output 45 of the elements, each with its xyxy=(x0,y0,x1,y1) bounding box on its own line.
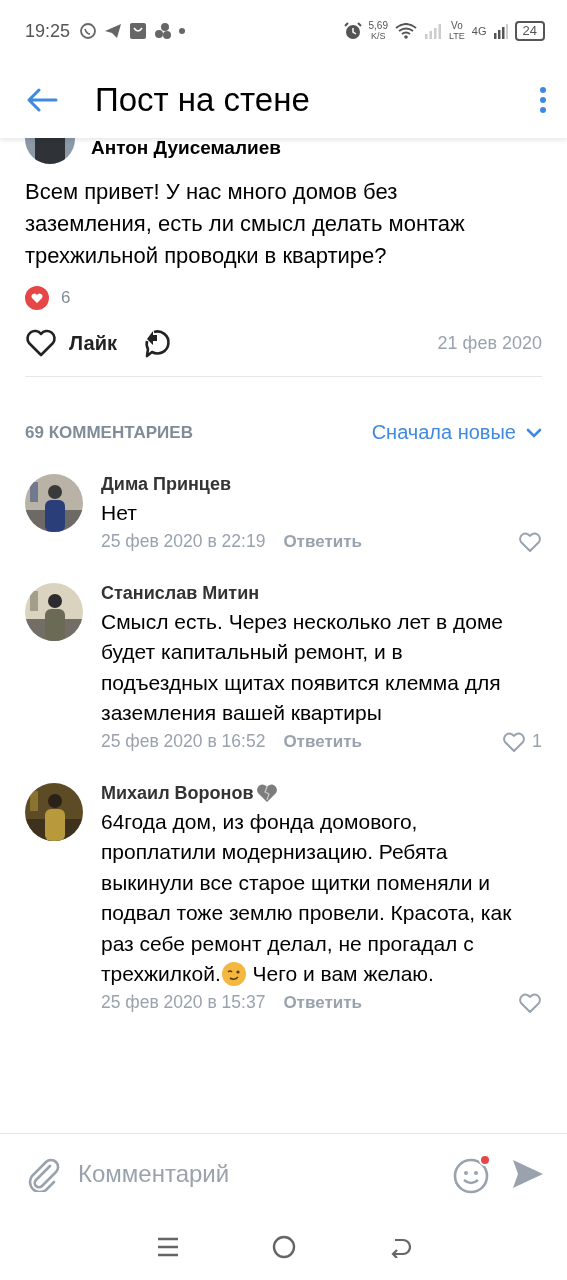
menu-icon[interactable] xyxy=(156,1237,179,1257)
comment-date: 25 фев 2020 в 22:19 xyxy=(101,531,266,552)
volte-label: Vo xyxy=(451,21,463,31)
bag-icon xyxy=(129,22,148,40)
commenter-name[interactable]: Михаил Воронов xyxy=(101,782,254,804)
comment-text: Нет xyxy=(101,500,138,526)
page-title: Пост на стене xyxy=(95,81,310,119)
comment-date: 25 фев 2020 в 15:37 xyxy=(101,992,266,1013)
comment-count: 69 КОММЕНТАРИЕВ xyxy=(25,422,193,443)
like-button[interactable]: Лайк xyxy=(25,329,117,357)
status-time: 19:25 xyxy=(25,20,71,42)
reaction-count: 6 xyxy=(61,288,71,308)
author-name[interactable]: Антон Дуисемалиев xyxy=(91,138,281,158)
speed-value: 5,69 xyxy=(368,21,388,31)
speed-unit: K/S xyxy=(371,31,386,41)
signal-icon xyxy=(493,23,508,39)
lte-label: LTE xyxy=(449,31,465,41)
notification-dot-icon xyxy=(179,28,186,34)
dots-icon xyxy=(154,23,173,39)
commenter-name[interactable]: Дима Принцев xyxy=(101,474,231,495)
home-icon[interactable] xyxy=(271,1235,296,1259)
battery-level: 24 xyxy=(514,21,545,41)
comment-text: 64года дом, из фонда домового, проплатили модернизацию. Ребята выкинули все старое щитки поменяли и подвал тоже землю провели. Красота, как раз себе ремонт делал, не прогадал с трехжилкой. Чего и вам желаю. xyxy=(101,808,513,989)
heart-reaction-icon xyxy=(25,286,49,310)
commenter-name[interactable]: Станислав Митин xyxy=(101,582,260,604)
post-text: Всем привет! У нас много домов без заземления, есть ли смысл делать монтаж трехжильной проводки в квартире? xyxy=(25,178,466,270)
comment-date: 25 фев 2020 в 16:52 xyxy=(101,731,266,752)
alarm-icon xyxy=(343,22,362,40)
sort-dropdown[interactable]: Сначала новые xyxy=(371,421,542,444)
attach-button[interactable] xyxy=(26,1156,60,1192)
chevron-down-icon xyxy=(526,427,542,438)
signal-icon xyxy=(424,23,442,39)
send-button[interactable] xyxy=(511,1158,545,1190)
back-button[interactable] xyxy=(26,88,58,112)
more-button[interactable] xyxy=(539,86,547,114)
network-label: 4G xyxy=(471,25,487,37)
like-button[interactable] xyxy=(518,530,542,553)
comment-text: Смысл есть. Через несколько лет в доме будет капитальный ремонт, и в подъездных щитах появится клемма для заземления вашей квартиры xyxy=(101,608,504,726)
like-button[interactable] xyxy=(518,991,542,1014)
winking-face-icon xyxy=(220,961,247,987)
paper-plane-icon xyxy=(104,23,123,39)
wifi-icon xyxy=(395,23,417,39)
heart-icon xyxy=(255,783,278,803)
post-date: 21 фев 2020 xyxy=(437,332,542,354)
heart-icon xyxy=(25,329,57,357)
